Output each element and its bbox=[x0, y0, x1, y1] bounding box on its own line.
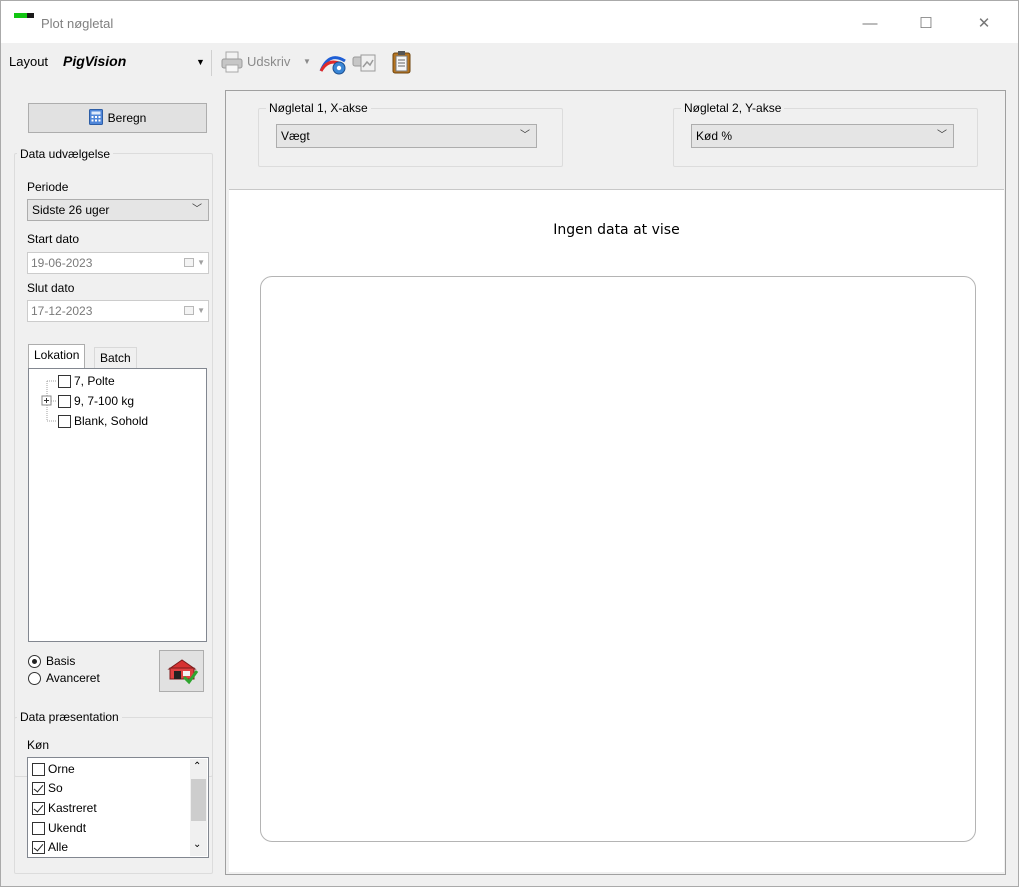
layout-dropdown-icon[interactable]: ▼ bbox=[196, 57, 205, 67]
start-date-field[interactable]: 19-06-2023 ▼ bbox=[27, 252, 209, 274]
layout-selector[interactable]: PigVision bbox=[63, 53, 126, 69]
window-title: Plot nøgletal bbox=[41, 16, 114, 31]
location-tree: 7, Polte 9, 7-100 kg Blank, Sohold bbox=[28, 368, 207, 642]
calendar-icon[interactable] bbox=[184, 306, 194, 315]
chevron-down-icon: ﹀ bbox=[520, 130, 530, 141]
no-data-message: Ingen data at vise bbox=[553, 222, 680, 238]
plot-area: Ingen data at vise bbox=[229, 189, 1004, 872]
gender-checkbox[interactable] bbox=[32, 801, 45, 815]
chart-frame bbox=[260, 276, 976, 842]
radio-basis-circle[interactable] bbox=[28, 654, 41, 668]
end-date-value: 17-12-2023 bbox=[31, 304, 93, 318]
tree-item-label: Blank, Sohold bbox=[74, 414, 149, 428]
gender-label-text: So bbox=[48, 781, 63, 795]
tab-lokation[interactable]: Lokation bbox=[28, 344, 86, 368]
radio-basis[interactable]: Basis bbox=[28, 654, 75, 668]
gender-checkbox[interactable] bbox=[32, 821, 45, 835]
dropdown-arrow-icon[interactable]: ▼ bbox=[197, 253, 205, 273]
period-value: Sidste 26 uger bbox=[32, 203, 110, 217]
barn-select-button[interactable] bbox=[159, 650, 204, 692]
tree-item-checkbox[interactable] bbox=[58, 374, 71, 388]
title-bar: Plot nøgletal — ☐ ✕ bbox=[1, 1, 1018, 43]
printer-icon[interactable] bbox=[219, 49, 245, 75]
print-preview-icon[interactable] bbox=[351, 49, 377, 75]
chevron-down-icon: ﹀ bbox=[937, 130, 947, 141]
y-axis-value: Kød % bbox=[696, 129, 733, 143]
gender-checkbox[interactable] bbox=[32, 840, 45, 854]
gender-checkbox[interactable] bbox=[32, 781, 45, 795]
minimize-button[interactable]: — bbox=[855, 9, 885, 39]
calculator-icon bbox=[88, 108, 103, 128]
start-date-value: 19-06-2023 bbox=[31, 256, 93, 270]
x-axis-select[interactable]: Vægt ﹀ bbox=[276, 124, 537, 148]
app-icon bbox=[14, 13, 34, 19]
gender-label-text: Orne bbox=[48, 762, 75, 776]
scroll-up-icon[interactable]: ⌃ bbox=[193, 761, 201, 772]
gender-item[interactable]: Ukendt bbox=[32, 819, 86, 837]
tree-item[interactable]: 7, Polte bbox=[58, 372, 115, 390]
tree-item-checkbox[interactable] bbox=[58, 414, 71, 428]
dropdown-arrow-icon[interactable]: ▼ bbox=[197, 301, 205, 321]
end-date-field[interactable]: 17-12-2023 ▼ bbox=[27, 300, 209, 322]
radio-advanced-circle[interactable] bbox=[28, 671, 41, 685]
print-button[interactable]: Udskriv bbox=[247, 54, 290, 69]
tab-batch[interactable]: Batch bbox=[94, 347, 137, 368]
tree-item-label: 7, Polte bbox=[74, 374, 115, 388]
close-button[interactable]: ✕ bbox=[969, 9, 999, 39]
tree-item-label: 9, 7-100 kg bbox=[74, 394, 135, 408]
plot-window: Plot nøgletal — ☐ ✕ Layout PigVision ▼ U… bbox=[0, 0, 1019, 887]
scroll-down-icon[interactable]: ⌄ bbox=[193, 839, 201, 850]
gender-item[interactable]: Orne bbox=[32, 760, 75, 778]
chevron-down-icon: ﹀ bbox=[192, 204, 202, 215]
start-date-label: Start dato bbox=[27, 232, 80, 246]
gender-item[interactable]: Alle bbox=[32, 838, 68, 856]
main-panel: Nøgletal 1, X-akse Vægt ﹀ Nøgletal 2, Y-… bbox=[225, 90, 1006, 875]
scroll-thumb[interactable] bbox=[191, 779, 206, 821]
x-axis-value: Vægt bbox=[281, 129, 310, 143]
calculate-button[interactable]: Beregn bbox=[28, 103, 207, 133]
radio-advanced[interactable]: Avanceret bbox=[28, 671, 100, 685]
calendar-icon[interactable] bbox=[184, 258, 194, 267]
period-select[interactable]: Sidste 26 uger ﹀ bbox=[27, 199, 209, 221]
gender-label-text: Alle bbox=[48, 840, 69, 854]
toolbar: Layout PigVision ▼ Udskriv ▼ bbox=[1, 44, 1018, 82]
gender-list: Orne So Kastreret Ukendt Alle ⌃ ⌄ bbox=[27, 757, 209, 858]
layout-label: Layout bbox=[9, 54, 49, 69]
gender-item[interactable]: So bbox=[32, 779, 63, 797]
y-axis-title: Nøgletal 2, Y-akse bbox=[681, 101, 785, 115]
radio-basis-label: Basis bbox=[46, 654, 76, 668]
gender-item[interactable]: Kastreret bbox=[32, 799, 97, 817]
gender-checkbox[interactable] bbox=[32, 762, 45, 776]
clipboard-icon[interactable] bbox=[389, 49, 415, 75]
tree-item-checkbox[interactable] bbox=[58, 394, 71, 408]
toolbar-separator bbox=[211, 50, 212, 76]
chart-settings-icon[interactable] bbox=[319, 49, 346, 75]
tree-item[interactable]: Blank, Sohold bbox=[58, 412, 148, 430]
gender-label-text: Ukendt bbox=[48, 821, 87, 835]
radio-advanced-label: Avanceret bbox=[46, 671, 100, 685]
maximize-button[interactable]: ☐ bbox=[911, 9, 941, 39]
gender-list-scrollbar[interactable]: ⌃ ⌄ bbox=[190, 759, 207, 856]
data-selection-title: Data udvælgelse bbox=[17, 147, 114, 161]
left-panel: Beregn Data udvælgelse Periode Sidste 26… bbox=[6, 88, 221, 883]
data-presentation-title: Data præsentation bbox=[17, 710, 122, 724]
barn-check-icon bbox=[165, 655, 199, 688]
calculate-button-label: Beregn bbox=[107, 111, 147, 125]
x-axis-title: Nøgletal 1, X-akse bbox=[266, 101, 371, 115]
print-dropdown-icon[interactable]: ▼ bbox=[303, 57, 311, 66]
period-label: Periode bbox=[27, 180, 69, 194]
y-axis-select[interactable]: Kød % ﹀ bbox=[691, 124, 954, 148]
end-date-label: Slut dato bbox=[27, 281, 75, 295]
tree-item[interactable]: 9, 7-100 kg bbox=[58, 392, 134, 410]
gender-label-text: Kastreret bbox=[48, 801, 97, 815]
gender-label: Køn bbox=[27, 738, 50, 752]
